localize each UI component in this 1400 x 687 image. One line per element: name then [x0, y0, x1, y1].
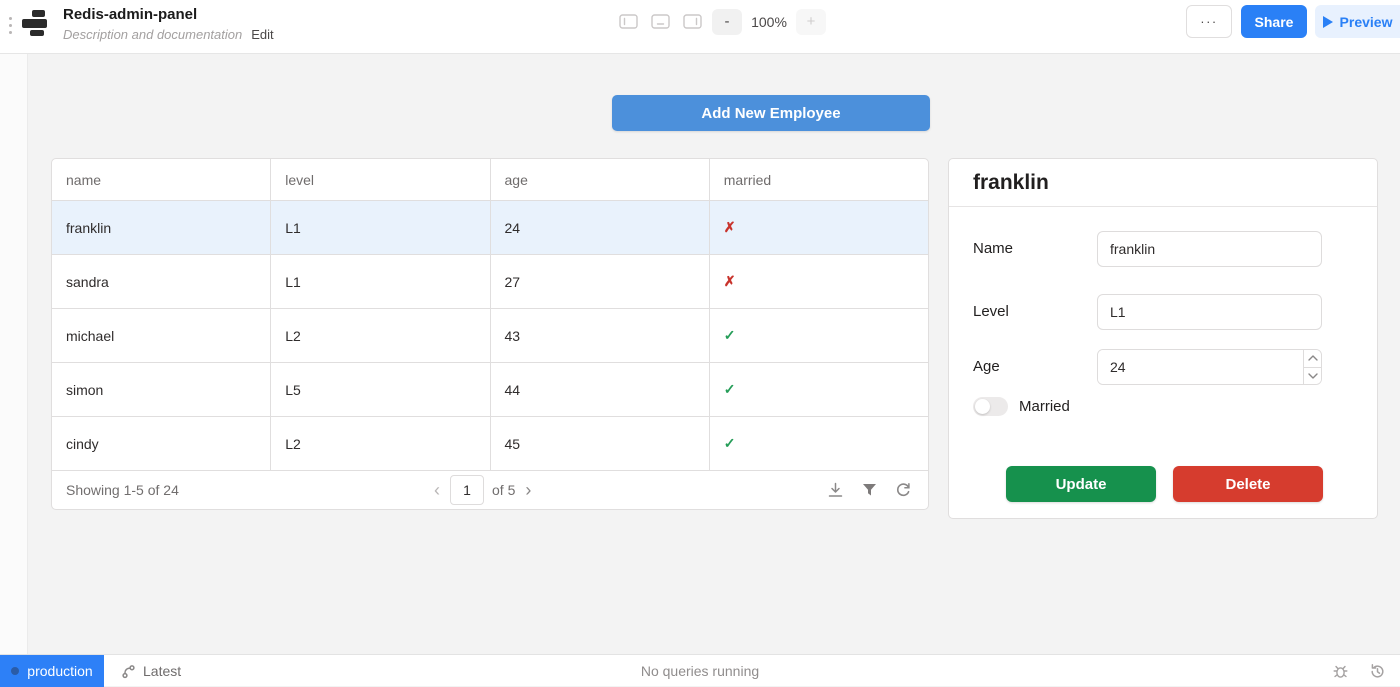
- divider: [949, 206, 1377, 207]
- column-header-level[interactable]: level: [271, 159, 490, 200]
- table-header: name level age married: [52, 159, 928, 201]
- cell-age: 45: [491, 417, 710, 470]
- cell-name: sandra: [52, 255, 271, 308]
- column-header-name[interactable]: name: [52, 159, 271, 200]
- toggle-right-pane-icon[interactable]: [683, 14, 702, 29]
- employee-form: franklin Name Level Age Married: [948, 158, 1378, 519]
- cell-level: L5: [271, 363, 490, 416]
- app-title-block: Redis-admin-panel Description and docume…: [63, 5, 274, 42]
- name-field[interactable]: [1097, 231, 1322, 267]
- app-root: Redis-admin-panel Description and docume…: [0, 0, 1400, 686]
- age-field[interactable]: [1098, 350, 1303, 384]
- table-row[interactable]: franklin L1 24 ✗: [52, 201, 928, 255]
- canvas: Add New Employee name level age married …: [28, 54, 1400, 654]
- zoom-out-button[interactable]: -: [712, 9, 742, 35]
- cell-age: 43: [491, 309, 710, 362]
- page-total-label: of 5: [492, 482, 515, 498]
- cell-age: 24: [491, 201, 710, 254]
- status-bar: production Latest No queries running: [0, 654, 1400, 686]
- history-icon[interactable]: [1369, 663, 1386, 680]
- name-label: Name: [973, 240, 1013, 257]
- cell-name: franklin: [52, 201, 271, 254]
- level-label: Level: [973, 303, 1009, 320]
- app-description: Description and documentation: [63, 27, 242, 42]
- zoom-level-label: 100%: [751, 14, 787, 30]
- zoom-controls: - 100% +: [712, 9, 826, 35]
- environment-label: production: [27, 663, 92, 679]
- debug-icon[interactable]: [1332, 663, 1349, 680]
- add-new-employee-button[interactable]: Add New Employee: [612, 95, 930, 131]
- environment-dot-icon: [11, 667, 19, 675]
- column-header-married[interactable]: married: [710, 159, 928, 200]
- cell-level: L1: [271, 255, 490, 308]
- cell-level: L1: [271, 201, 490, 254]
- cell-age: 44: [491, 363, 710, 416]
- preview-button[interactable]: Preview: [1315, 5, 1400, 38]
- stepper-up-icon[interactable]: [1304, 350, 1321, 368]
- pane-toggle-group: [619, 14, 702, 29]
- age-stepper: [1303, 350, 1321, 384]
- toggle-bottom-pane-icon[interactable]: [651, 14, 670, 29]
- married-indicator: ✓: [724, 381, 736, 398]
- age-field-wrap: [1097, 349, 1322, 385]
- git-branch-icon: [121, 664, 136, 679]
- table-footer: Showing 1-5 of 24 ‹ of 5 ›: [52, 471, 928, 509]
- married-indicator: ✗: [724, 273, 736, 290]
- left-rail[interactable]: [0, 54, 28, 654]
- table-row[interactable]: michael L2 43 ✓: [52, 309, 928, 363]
- cell-name: cindy: [52, 417, 271, 470]
- form-title: franklin: [973, 171, 1049, 195]
- age-label: Age: [973, 358, 1000, 375]
- cell-name: michael: [52, 309, 271, 362]
- column-header-age[interactable]: age: [491, 159, 710, 200]
- pagination: ‹ of 5 ›: [432, 475, 533, 505]
- married-indicator: ✓: [724, 327, 736, 344]
- version-label: Latest: [143, 663, 181, 679]
- table-row[interactable]: sandra L1 27 ✗: [52, 255, 928, 309]
- zoom-in-button[interactable]: +: [796, 9, 826, 35]
- level-field[interactable]: [1097, 294, 1322, 330]
- play-icon: [1323, 16, 1333, 28]
- married-indicator: ✗: [724, 219, 736, 236]
- environment-selector[interactable]: production: [0, 655, 104, 687]
- toggle-left-pane-icon[interactable]: [619, 14, 638, 29]
- next-page-icon[interactable]: ›: [523, 481, 533, 499]
- married-indicator: ✓: [724, 435, 736, 452]
- filter-icon[interactable]: [861, 482, 878, 499]
- app-logo[interactable]: [21, 9, 49, 37]
- cell-level: L2: [271, 309, 490, 362]
- share-button[interactable]: Share: [1241, 5, 1307, 38]
- table-row[interactable]: simon L5 44 ✓: [52, 363, 928, 417]
- married-label: Married: [1019, 398, 1070, 415]
- row-count-label: Showing 1-5 of 24: [66, 482, 179, 498]
- app-title[interactable]: Redis-admin-panel: [63, 5, 274, 25]
- cell-age: 27: [491, 255, 710, 308]
- query-status-message: No queries running: [0, 655, 1400, 687]
- prev-page-icon[interactable]: ‹: [432, 481, 442, 499]
- cell-level: L2: [271, 417, 490, 470]
- stepper-down-icon[interactable]: [1304, 368, 1321, 385]
- update-button[interactable]: Update: [1006, 466, 1156, 502]
- delete-button[interactable]: Delete: [1173, 466, 1323, 502]
- drag-handle-icon[interactable]: [9, 17, 12, 34]
- more-options-button[interactable]: ···: [1186, 5, 1232, 38]
- employee-table: name level age married franklin L1 24 ✗ …: [51, 158, 929, 510]
- preview-label: Preview: [1340, 14, 1393, 30]
- deployed-version[interactable]: Latest: [113, 655, 189, 687]
- table-row[interactable]: cindy L2 45 ✓: [52, 417, 928, 471]
- married-toggle[interactable]: [973, 397, 1008, 416]
- edit-description-link[interactable]: Edit: [251, 27, 273, 42]
- top-bar: Redis-admin-panel Description and docume…: [0, 0, 1400, 54]
- cell-name: simon: [52, 363, 271, 416]
- download-icon[interactable]: [827, 482, 844, 499]
- page-number-input[interactable]: [450, 475, 484, 505]
- refresh-icon[interactable]: [895, 482, 912, 499]
